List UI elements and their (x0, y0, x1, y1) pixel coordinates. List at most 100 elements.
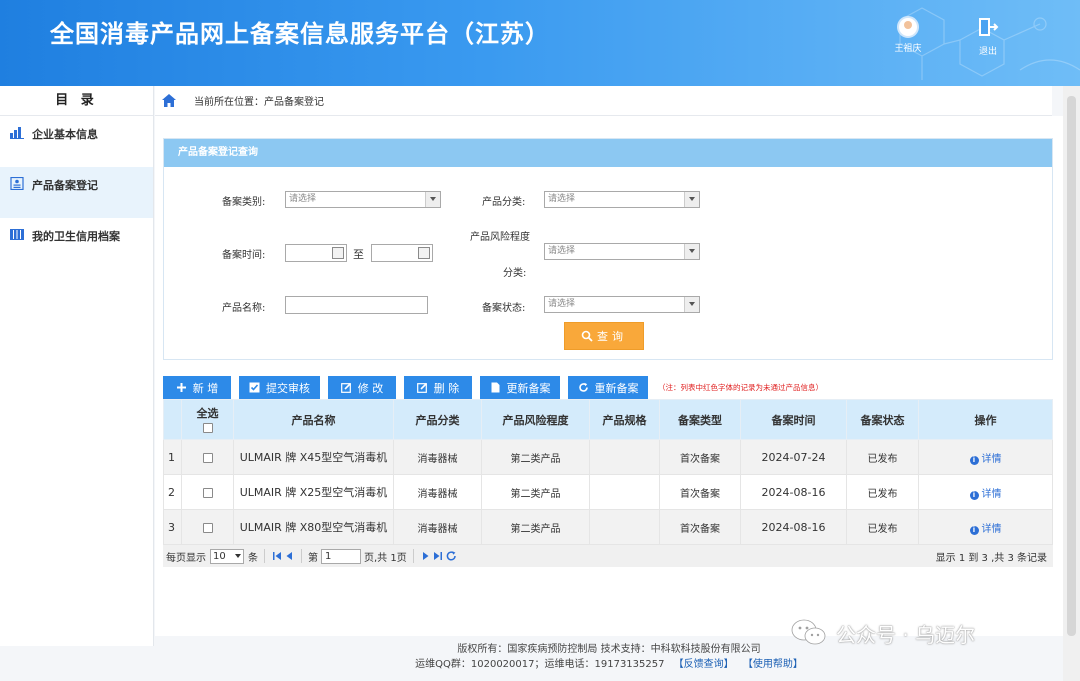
row-product-name: ULMAIR 牌 X45型空气消毒机 (233, 439, 394, 475)
header-spec[interactable]: 产品规格 (589, 399, 660, 440)
archive-icon (10, 229, 24, 240)
product-category-select[interactable]: 请选择 (544, 191, 700, 208)
refile-button[interactable]: 重新备案 (568, 376, 648, 399)
product-category-label: 产品分类: (482, 197, 526, 208)
sidebar-item-credit-archive[interactable]: 我的卫生信用档案 (0, 218, 153, 269)
chevron-down-icon (425, 192, 440, 207)
main-content: 产品备案登记查询 备案类别: 请选择 产品分类: 请选择 备案时间: 至 产品风… (155, 116, 1063, 636)
top-header: 全国消毒产品网上备案信息服务平台（江苏） 王祖庆 退出 (0, 0, 1080, 86)
next-page-icon[interactable] (422, 551, 430, 561)
header-product-name[interactable]: 产品名称 (233, 399, 394, 440)
detail-link[interactable]: i 详情 (969, 454, 1002, 465)
row-select-cell (181, 509, 234, 545)
calendar-icon[interactable] (418, 247, 430, 259)
user-profile[interactable]: 王祖庆 (888, 16, 928, 54)
prev-page-icon[interactable] (285, 551, 293, 561)
header-product-category[interactable]: 产品分类 (393, 399, 482, 440)
header-filing-time[interactable]: 备案时间 (740, 399, 847, 440)
chevron-down-icon (684, 297, 699, 312)
refresh-icon (578, 382, 588, 392)
delete-button[interactable]: 删 除 (404, 376, 472, 399)
header-actions: 操作 (918, 399, 1053, 440)
product-name-input[interactable] (285, 296, 428, 314)
sidebar-item-label: 产品备案登记 (32, 179, 98, 192)
table-row[interactable]: 3 ULMAIR 牌 X80型空气消毒机 消毒器械 第二类产品 首次备案 202… (163, 509, 1053, 545)
detail-label: 详情 (981, 523, 1002, 535)
submit-review-label: 提交审核 (266, 381, 310, 395)
per-page-value: 10 (213, 550, 226, 562)
date-end-input[interactable] (371, 244, 433, 262)
update-filing-button[interactable]: 更新备案 (480, 376, 560, 399)
pager-divider (264, 549, 265, 563)
select-all-checkbox[interactable] (202, 423, 213, 433)
filing-type-label: 备案类别: (222, 197, 266, 208)
add-button[interactable]: 新 增 (163, 376, 231, 399)
row-checkbox[interactable] (202, 452, 213, 463)
chevron-down-icon (684, 244, 699, 259)
avatar-icon (897, 16, 919, 38)
per-page-select[interactable]: 10 (210, 548, 244, 564)
search-button[interactable]: 查询 (564, 322, 644, 350)
id-card-icon (10, 177, 24, 190)
bar-chart-icon (10, 127, 24, 139)
home-icon[interactable] (162, 94, 176, 107)
logout-button[interactable]: 退出 (968, 16, 1008, 57)
refresh-icon[interactable] (446, 551, 457, 561)
row-filing-type: 首次备案 (659, 474, 741, 510)
last-page-icon[interactable] (433, 551, 442, 561)
filing-status-value: 请选择 (548, 299, 576, 309)
detail-link[interactable]: i 详情 (969, 488, 1002, 500)
sidebar-item-label: 企业基本信息 (32, 128, 98, 141)
header-index (163, 399, 182, 440)
table-row[interactable]: 2 ULMAIR 牌 X25型空气消毒机 消毒器械 第二类产品 首次备案 202… (163, 474, 1053, 510)
row-status: 已发布 (846, 509, 919, 545)
date-start-input[interactable] (285, 244, 347, 262)
chevron-down-icon (235, 553, 241, 558)
row-checkbox[interactable] (202, 487, 213, 498)
page-scrollbar[interactable] (1063, 86, 1080, 681)
per-page-unit: 条 (248, 552, 258, 564)
page-number-input[interactable]: 1 (321, 548, 361, 564)
row-filing-type: 首次备案 (659, 439, 741, 475)
table-row[interactable]: 1 ULMAIR 牌 X45型空气消毒机 消毒器械 第二类产品 首次备案 202… (163, 439, 1053, 475)
sidebar-item-product-filing[interactable]: 产品备案登记 (0, 167, 153, 218)
row-category: 消毒器械 (393, 474, 482, 510)
pager-summary: 显示 1 到 3 ,共 3 条记录 (935, 552, 1047, 564)
submit-review-button[interactable]: 提交审核 (239, 376, 320, 399)
row-index: 3 (163, 509, 182, 545)
row-select-cell (181, 474, 234, 510)
row-spec (589, 474, 660, 510)
footer-support: 运维QQ群：1020020017；运维电话：19173135257 【反馈查询】… (155, 655, 1063, 670)
row-filing-type: 首次备案 (659, 509, 741, 545)
row-checkbox[interactable] (202, 522, 213, 533)
info-icon: i (969, 525, 979, 535)
filing-type-select[interactable]: 请选择 (285, 191, 441, 208)
logout-icon (979, 18, 999, 36)
header-filing-status[interactable]: 备案状态 (846, 399, 919, 440)
footer-contact: 运维QQ群：1020020017；运维电话：19173135257 (415, 659, 665, 670)
info-icon: i (969, 490, 979, 500)
filing-type-value: 请选择 (289, 194, 317, 204)
table-header-row: 全选 产品名称 产品分类 产品风险程度 产品规格 备案类型 备案时间 备案状态 … (163, 399, 1053, 440)
filing-status-select[interactable]: 请选择 (544, 296, 700, 313)
calendar-icon[interactable] (332, 247, 344, 259)
query-panel: 产品备案登记查询 备案类别: 请选择 产品分类: 请选择 备案时间: 至 产品风… (163, 138, 1053, 360)
row-actions: i 详情 (918, 509, 1053, 545)
help-link[interactable]: 【使用帮助】 (743, 659, 803, 670)
header-filing-type[interactable]: 备案类型 (659, 399, 741, 440)
first-page-icon[interactable] (273, 551, 281, 561)
sidebar-item-company-info[interactable]: 企业基本信息 (0, 116, 153, 167)
sidebar-title: 目 录 (0, 86, 153, 116)
page-prefix: 第 (308, 552, 318, 564)
edit-button[interactable]: 修 改 (328, 376, 396, 399)
action-toolbar: 新 增 提交审核 修 改 删 除 更新备案 重新备案 （注：列表中红色字体的记录… (163, 376, 823, 399)
search-label: 查询 (597, 330, 627, 343)
date-to-label: 至 (353, 248, 364, 261)
header-risk-level[interactable]: 产品风险程度 (481, 399, 590, 440)
risk-level-select[interactable]: 请选择 (544, 243, 700, 260)
filing-status-label: 备案状态: (482, 303, 526, 314)
scrollbar-thumb[interactable] (1067, 96, 1076, 636)
feedback-link[interactable]: 【反馈查询】 (674, 659, 734, 670)
detail-link[interactable]: i 详情 (969, 523, 1002, 535)
detail-label: 详情 (981, 488, 1002, 500)
